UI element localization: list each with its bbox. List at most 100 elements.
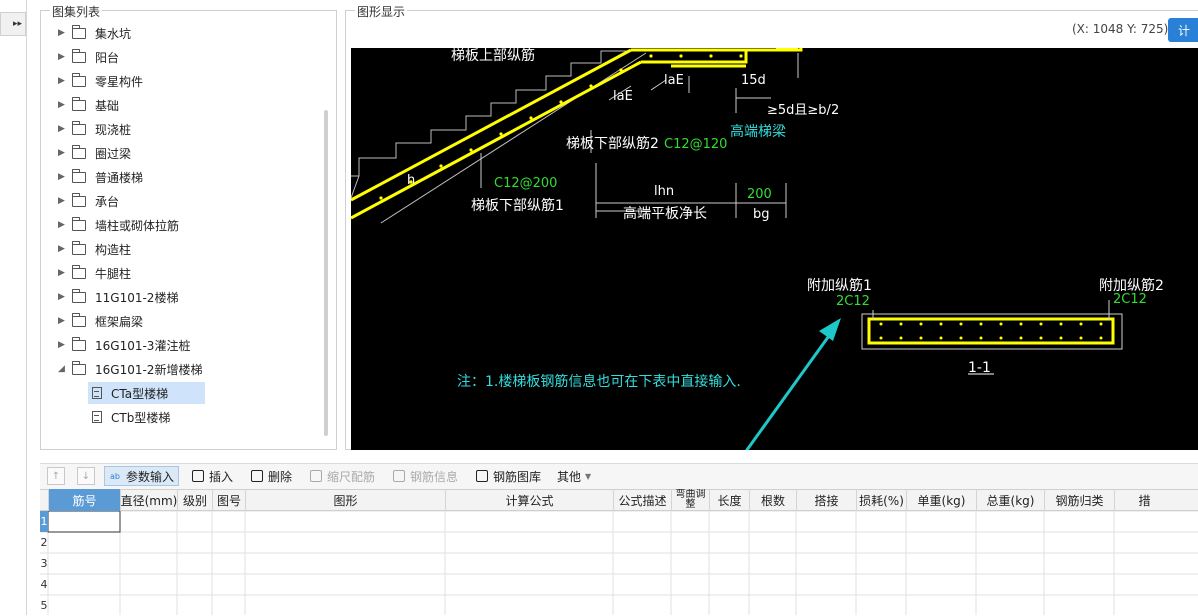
column-header[interactable]: 计算公式 bbox=[445, 489, 613, 511]
label-lhn-desc: 高端平板净长 bbox=[623, 205, 707, 222]
folder-icon bbox=[72, 24, 86, 39]
chevron-right-icon[interactable]: ▶ bbox=[58, 292, 72, 302]
drawing-canvas[interactable]: 梯板上部纵筋 laE laE 15d ≥5d且≥b/2 梯板下部纵筋2 C12@… bbox=[351, 48, 1198, 450]
tree-item-label: 16G101-2新增楼梯 bbox=[95, 362, 203, 377]
row-number[interactable]: 4 bbox=[40, 574, 48, 595]
tree-scrollbar[interactable] bbox=[324, 110, 328, 436]
calculate-button[interactable]: 计 bbox=[1168, 18, 1198, 42]
chevron-right-icon[interactable]: ▶ bbox=[58, 220, 72, 230]
column-header[interactable]: 公式描述 bbox=[613, 489, 671, 511]
expand-panel-button[interactable]: ▸▸ bbox=[0, 12, 26, 36]
row-number[interactable]: 3 bbox=[40, 553, 48, 574]
tree-item[interactable]: ▶ 牛腿柱 bbox=[58, 262, 131, 284]
chevron-right-icon[interactable]: ▶ bbox=[58, 124, 72, 134]
chevron-right-icon[interactable]: ▶ bbox=[58, 340, 72, 350]
insert-button[interactable]: 插入 bbox=[192, 466, 233, 486]
library-icon bbox=[476, 470, 488, 482]
folder-icon bbox=[72, 240, 86, 255]
column-header[interactable]: 级别 bbox=[177, 489, 212, 511]
label-top-bar: 梯板上部纵筋 bbox=[451, 48, 535, 64]
chevron-right-icon[interactable]: ▶ bbox=[58, 172, 72, 182]
atlas-list-title: 图集列表 bbox=[50, 3, 103, 20]
row-number[interactable]: 5 bbox=[40, 595, 48, 616]
chevron-right-icon[interactable]: ▶ bbox=[58, 52, 72, 62]
tree-item[interactable]: ▶ 阳台 bbox=[58, 46, 119, 68]
tree-item[interactable]: ▶ 普通楼梯 bbox=[58, 166, 143, 188]
column-header[interactable]: 图形 bbox=[245, 489, 445, 511]
tree-item-label: 牛腿柱 bbox=[95, 266, 132, 281]
column-header[interactable]: 弯曲调整 bbox=[671, 489, 709, 511]
drawing-note: 注：1.楼梯板钢筋信息也可在下表中直接输入. bbox=[457, 373, 741, 390]
chevron-right-icon[interactable]: ▶ bbox=[58, 148, 72, 158]
tree-leaf-item[interactable]: CTb型楼梯 bbox=[88, 406, 205, 428]
folder-icon bbox=[72, 336, 86, 351]
tree-item-label: 框架扁梁 bbox=[95, 314, 144, 329]
label-bg: bg bbox=[753, 207, 770, 222]
column-header[interactable]: 钢筋归类 bbox=[1044, 489, 1114, 511]
label-condition: ≥5d且≥b/2 bbox=[767, 103, 839, 118]
info-icon bbox=[393, 470, 405, 482]
tree-leaf-item[interactable]: CTa型楼梯 bbox=[88, 382, 205, 404]
tree-item[interactable]: ▶ 构造柱 bbox=[58, 238, 131, 260]
label-additional-bar-2-spec: 2C12 bbox=[1113, 292, 1147, 307]
param-input-button[interactable]: ab 参数输入 bbox=[104, 466, 180, 486]
trash-icon bbox=[251, 470, 263, 482]
row-number[interactable]: 1 bbox=[40, 511, 48, 532]
column-header[interactable]: 措 bbox=[1114, 489, 1174, 511]
delete-button[interactable]: 删除 bbox=[251, 466, 292, 486]
document-icon bbox=[92, 387, 102, 399]
rebar-info-button[interactable]: 钢筋信息 bbox=[393, 466, 458, 486]
tree-item[interactable]: ▶ 集水坑 bbox=[58, 22, 131, 44]
column-header[interactable]: 直径(mm) bbox=[120, 489, 177, 511]
tree-item[interactable]: ▶ 11G101-2楼梯 bbox=[58, 286, 178, 308]
move-up-button[interactable]: ↑ bbox=[47, 467, 65, 485]
column-header[interactable]: 图号 bbox=[212, 489, 245, 511]
other-menu-button[interactable]: 其他 ▼ bbox=[557, 466, 591, 486]
tree-item[interactable]: ▶ 16G101-3灌注桩 bbox=[58, 334, 190, 356]
tree-item[interactable]: ▶ 框架扁梁 bbox=[58, 310, 143, 332]
tree-item-label: 基础 bbox=[95, 98, 120, 113]
chevron-right-icon[interactable]: ▶ bbox=[58, 76, 72, 86]
chevron-right-icon[interactable]: ▶ bbox=[58, 316, 72, 326]
column-header[interactable]: 搭接 bbox=[796, 489, 856, 511]
cross-section bbox=[861, 300, 1123, 375]
scale-rebar-button[interactable]: 缩尺配筋 bbox=[310, 466, 375, 486]
tree-item[interactable]: ▶ 承台 bbox=[58, 190, 119, 212]
folder-icon bbox=[72, 216, 86, 231]
left-collapsed-panel bbox=[0, 0, 27, 460]
chevron-right-icon[interactable]: ▶ bbox=[58, 244, 72, 254]
column-header[interactable]: 长度 bbox=[709, 489, 749, 511]
rebar-info-label: 钢筋信息 bbox=[410, 469, 459, 484]
row-number[interactable]: 2 bbox=[40, 532, 48, 553]
rebar-library-button[interactable]: 钢筋图库 bbox=[476, 466, 541, 486]
chevron-right-icon[interactable]: ▶ bbox=[58, 268, 72, 278]
tree-item-label: 16G101-3灌注桩 bbox=[95, 338, 191, 353]
tree-item[interactable]: ▶ 墙柱或砌体拉筋 bbox=[58, 214, 179, 236]
document-icon bbox=[92, 411, 102, 423]
tree-item-label: 承台 bbox=[95, 194, 120, 209]
label-lae-2: laE bbox=[664, 73, 684, 88]
scale-icon bbox=[310, 470, 322, 482]
folder-icon bbox=[72, 360, 86, 375]
scale-rebar-label: 缩尺配筋 bbox=[327, 469, 376, 484]
chevron-down-icon[interactable]: ◢ bbox=[58, 364, 72, 374]
tree-item[interactable]: ◢ 16G101-2新增楼梯 bbox=[58, 358, 202, 380]
tree-item[interactable]: ▶ 零星构件 bbox=[58, 70, 143, 92]
column-header[interactable]: 总重(kg) bbox=[976, 489, 1044, 511]
chevron-right-icon[interactable]: ▶ bbox=[58, 196, 72, 206]
move-down-button[interactable]: ↓ bbox=[77, 467, 95, 485]
tree-leaf-label: CTb型楼梯 bbox=[111, 410, 171, 425]
tree-item-label: 圈过梁 bbox=[95, 146, 132, 161]
tree-item[interactable]: ▶ 基础 bbox=[58, 94, 119, 116]
column-header[interactable]: 根数 bbox=[749, 489, 796, 511]
column-header[interactable]: 损耗(%) bbox=[856, 489, 906, 511]
column-header[interactable]: 单重(kg) bbox=[906, 489, 976, 511]
tree-item-label: 阳台 bbox=[95, 50, 120, 65]
tree-item[interactable]: ▶ 圈过梁 bbox=[58, 142, 131, 164]
tree-item[interactable]: ▶ 现浇桩 bbox=[58, 118, 131, 140]
label-bg-value: 200 bbox=[747, 187, 772, 202]
chevron-right-icon[interactable]: ▶ bbox=[58, 100, 72, 110]
tree-leaf-label: CTa型楼梯 bbox=[111, 386, 169, 401]
chevron-right-icon[interactable]: ▶ bbox=[58, 28, 72, 38]
column-header[interactable]: 筋号 bbox=[48, 489, 120, 511]
